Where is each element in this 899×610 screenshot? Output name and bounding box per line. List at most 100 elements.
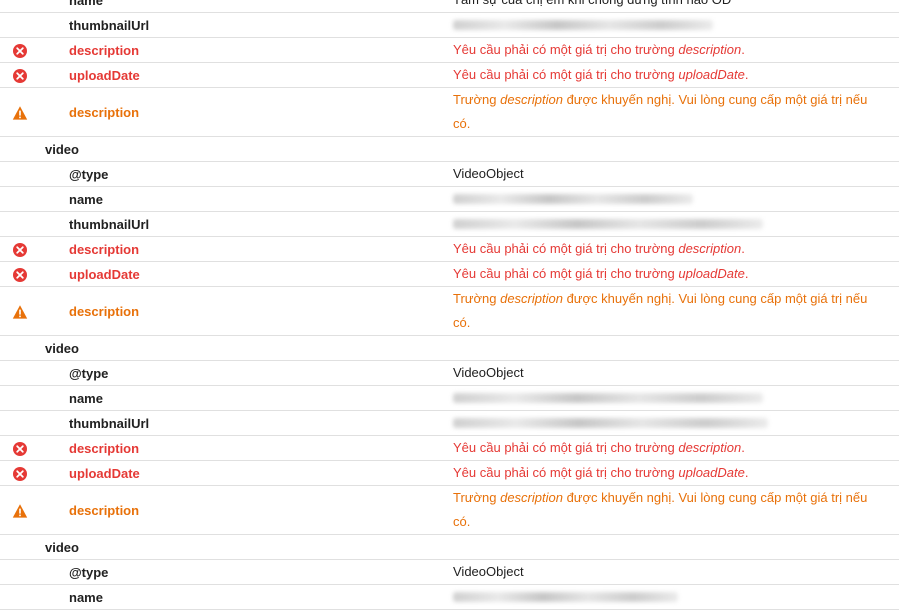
property-name: description (69, 441, 140, 456)
warning-icon (12, 105, 28, 121)
message-text: . (744, 266, 749, 281)
message-text: . (741, 42, 745, 57)
section-row: video (0, 535, 899, 560)
error-icon (12, 68, 28, 84)
message-text: . (741, 241, 745, 256)
property-value (453, 386, 883, 411)
redacted-value (453, 418, 768, 428)
property-name: uploadDate (69, 466, 140, 481)
error-message: Yêu cầu phải có một giá trị cho trường u… (453, 461, 883, 485)
message-text: Trường (453, 291, 501, 306)
redacted-value (453, 219, 763, 229)
section-row: video (0, 336, 899, 361)
message-text: Yêu cầu phải có một giá trị cho trường (453, 241, 679, 256)
error-message: Yêu cầu phải có một giá trị cho trường d… (453, 237, 883, 261)
property-value (453, 212, 883, 237)
error-row: description Yêu cầu phải có một giá trị c… (0, 38, 899, 63)
error-icon (12, 43, 28, 59)
property-value (453, 411, 883, 436)
property-name: description (69, 304, 140, 319)
error-icon (12, 466, 28, 482)
property-name: uploadDate (69, 68, 140, 83)
error-message: Yêu cầu phải có một giá trị cho trường u… (453, 63, 883, 87)
property-value (453, 13, 883, 38)
property-name: name (69, 0, 103, 8)
message-field: description (500, 92, 563, 107)
message-text: Yêu cầu phải có một giá trị cho trường (453, 67, 679, 82)
section-label: video (45, 142, 79, 157)
error-message: Yêu cầu phải có một giá trị cho trường d… (453, 436, 883, 460)
property-name: name (69, 192, 103, 207)
property-row: name (0, 585, 899, 610)
property-name: uploadDate (69, 267, 140, 282)
property-value: VideoObject (453, 560, 883, 584)
property-name: description (69, 242, 140, 257)
warning-icon (12, 304, 28, 320)
error-icon (12, 242, 28, 258)
redacted-value (453, 592, 678, 602)
property-value-text: VideoObject (453, 564, 524, 579)
message-field: description (500, 490, 563, 505)
property-name: thumbnailUrl (69, 416, 150, 431)
property-name: name (69, 590, 103, 605)
property-value (453, 585, 883, 610)
message-text: Yêu cầu phải có một giá trị cho trường (453, 42, 679, 57)
error-row: uploadDate Yêu cầu phải có một giá trị ch… (0, 461, 899, 486)
message-field: description (678, 241, 742, 256)
message-text: . (744, 67, 749, 82)
warning-icon (12, 503, 28, 519)
property-value-text: VideoObject (453, 166, 524, 181)
message-field: uploadDate (678, 67, 745, 82)
error-message: Yêu cầu phải có một giá trị cho trường u… (453, 262, 883, 286)
message-text: . (741, 440, 745, 455)
property-name: @type (69, 167, 109, 182)
property-row: name (0, 386, 899, 411)
message-text: Trường (453, 92, 501, 107)
redacted-value (453, 20, 713, 30)
property-value-text: VideoObject (453, 365, 524, 380)
property-row: @type VideoObject (0, 361, 899, 386)
property-name: description (69, 43, 140, 58)
section-row: video (0, 137, 899, 162)
property-row: name (0, 187, 899, 212)
property-name: description (69, 503, 140, 518)
warning-row: description Trường description được khuyế… (0, 287, 899, 336)
property-value: Tâm sự của chị em khi chồng đứng tình hả… (453, 0, 883, 12)
error-row: description Yêu cầu phải có một giá trị c… (0, 436, 899, 461)
message-field: uploadDate (678, 266, 745, 281)
property-name: thumbnailUrl (69, 18, 150, 33)
property-row: thumbnailUrl (0, 212, 899, 237)
error-row: description Yêu cầu phải có một giá trị c… (0, 237, 899, 262)
property-row: thumbnailUrl (0, 411, 899, 436)
property-row: @type VideoObject (0, 162, 899, 187)
error-icon (12, 441, 28, 457)
property-value: VideoObject (453, 361, 883, 385)
property-name: @type (69, 565, 109, 580)
property-name: thumbnailUrl (69, 217, 150, 232)
property-value (453, 187, 883, 212)
property-row: name Tâm sự của chị em khi chồng đứng tìn… (0, 0, 899, 13)
error-row: uploadDate Yêu cầu phải có một giá trị ch… (0, 262, 899, 287)
property-name: description (69, 105, 140, 120)
property-value: VideoObject (453, 162, 883, 186)
message-text: Trường (453, 490, 501, 505)
message-text: Yêu cầu phải có một giá trị cho trường (453, 465, 679, 480)
message-field: description (678, 440, 742, 455)
section-label: video (45, 540, 79, 555)
warning-row: description Trường description được khuyế… (0, 486, 899, 535)
redacted-value (453, 194, 693, 204)
message-field: description (500, 291, 563, 306)
structured-data-table: name Tâm sự của chị em khi chồng đứng tìn… (0, 0, 899, 610)
redacted-value (453, 393, 763, 403)
warning-row: description Trường description được khuyế… (0, 88, 899, 137)
error-icon (12, 267, 28, 283)
message-text: Yêu cầu phải có một giá trị cho trường (453, 440, 679, 455)
property-value-text: Tâm sự của chị em khi chồng đứng tình hả… (453, 0, 731, 7)
message-text: . (744, 465, 749, 480)
property-name: name (69, 391, 103, 406)
section-label: video (45, 341, 79, 356)
message-field: description (678, 42, 742, 57)
property-row: thumbnailUrl (0, 13, 899, 38)
warning-message: Trường description được khuyến nghị. Vui… (453, 486, 883, 534)
warning-message: Trường description được khuyến nghị. Vui… (453, 88, 883, 136)
